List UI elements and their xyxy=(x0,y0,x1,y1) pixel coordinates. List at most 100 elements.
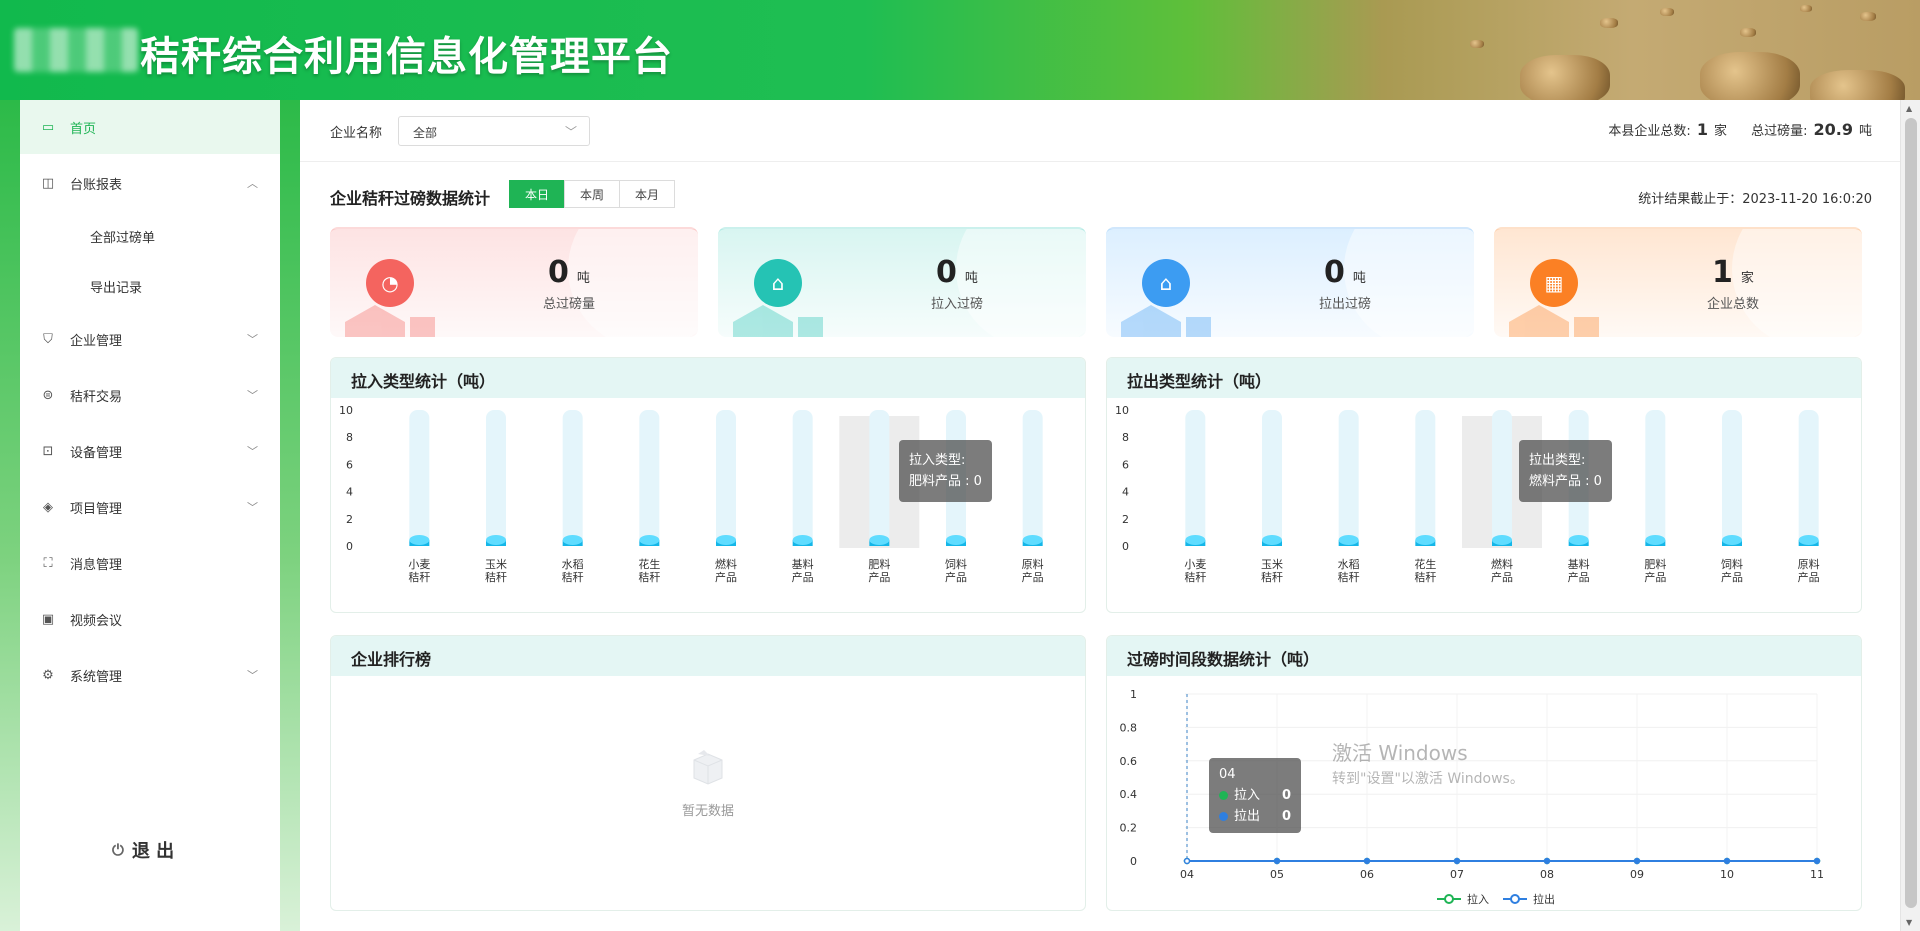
in-type-panel-title: 拉入类型统计（吨） xyxy=(331,358,1085,398)
bar-background xyxy=(1722,410,1742,546)
data-point[interactable] xyxy=(1813,857,1821,865)
company-select[interactable]: 全部 ﹀ xyxy=(398,116,590,146)
x-tick-label: 产品 xyxy=(945,570,967,584)
tooltip-label: 拉入 xyxy=(1234,788,1261,803)
bar-cap xyxy=(409,535,430,545)
sidebar-item-home[interactable]: ▭ 首页 xyxy=(20,100,280,154)
tooltip-value: 0 xyxy=(1281,788,1291,803)
x-tick-label: 产品 xyxy=(1491,570,1513,584)
x-tick-label: 秸秆 xyxy=(638,571,660,584)
chevron-down-icon: ﹀ xyxy=(247,501,258,514)
company-filter-label: 企业名称 xyxy=(330,126,383,141)
stat-number: 1 xyxy=(1712,255,1733,290)
legend-item[interactable]: 拉入 xyxy=(1437,892,1489,906)
bar-cap xyxy=(1185,535,1206,545)
scroll-down-icon[interactable]: ▼ xyxy=(1906,918,1912,927)
stat-card: ◔ 0 吨总过磅量 xyxy=(330,227,698,337)
data-point[interactable] xyxy=(1633,857,1641,865)
y-tick-label: 8 xyxy=(346,431,353,444)
stats-section-title: 企业秸秆过磅数据统计 xyxy=(330,189,491,208)
ranking-panel: 企业排行榜 暂无数据 xyxy=(330,635,1086,911)
bar-cap xyxy=(869,535,890,545)
sidebar-subitem[interactable]: 导出记录 xyxy=(20,262,280,310)
y-tick-label: 6 xyxy=(1122,458,1129,471)
tooltip-header: 04 xyxy=(1219,767,1236,782)
sidebar-item-label: 项目管理 xyxy=(70,501,123,517)
data-point[interactable] xyxy=(1453,857,1461,865)
gear-icon: ⚙ xyxy=(42,667,54,683)
sidebar: ⏻ 退 出 ▭ 首页 ◫ 台账报表 ︿ 全部过磅单 导出记录 ⛉ 企业管理 ﹀ ⊜ 秸秆交易 ﹀ ⊡ 设备管… xyxy=(20,100,280,931)
period-tab[interactable]: 本周 xyxy=(564,180,620,208)
bar-background xyxy=(409,410,430,546)
data-point[interactable] xyxy=(1363,857,1371,865)
logout-button[interactable]: ⏻ 退 出 xyxy=(112,837,174,863)
bar-cap xyxy=(1262,535,1282,545)
legend-item[interactable]: 拉出 xyxy=(1503,892,1555,906)
data-point[interactable] xyxy=(1183,857,1191,865)
bar-cap xyxy=(562,535,583,545)
chevron-down-icon: ﹀ xyxy=(247,669,258,682)
in-type-tooltip: 拉入类型: 肥料产品 : 0 xyxy=(899,440,992,502)
x-tick-label: 基料 xyxy=(1568,557,1590,571)
chevron-up-icon: ︿ xyxy=(247,177,258,190)
stat-value: 0吨 xyxy=(718,255,1086,290)
in-type-bar-chart: 0246810小麦秸秆玉米秸秆水稻秸秆花生秸秆燃料产品基料产品肥料产品饲料产品原… xyxy=(339,404,1044,584)
data-point[interactable] xyxy=(1543,857,1551,865)
scrollbar-thumb[interactable] xyxy=(1905,118,1917,908)
tooltip-label: 拉出 xyxy=(1234,809,1261,824)
stat-number: 0 xyxy=(1324,255,1345,290)
chevron-down-icon: ﹀ xyxy=(247,445,258,458)
x-tick-label: 秸秆 xyxy=(562,571,584,584)
bar-cap xyxy=(639,535,660,545)
chevron-down-icon: ﹀ xyxy=(247,333,258,346)
sidebar-item-label: 首页 xyxy=(70,121,97,137)
sidebar-item-label: 设备管理 xyxy=(70,445,123,461)
sidebar-subitem-label: 导出记录 xyxy=(90,280,143,296)
sidebar-item-project[interactable]: ◈ 项目管理 ﹀ xyxy=(20,480,280,534)
data-point[interactable] xyxy=(1273,857,1281,865)
x-tick-label: 花生 xyxy=(1414,557,1436,571)
bar-cap xyxy=(1568,535,1589,545)
stat-caption: 企业总数 xyxy=(1706,297,1759,312)
vertical-scrollbar[interactable]: ▲ ▼ xyxy=(1900,100,1920,931)
bar-cap xyxy=(1722,535,1742,545)
sidebar-item-company[interactable]: ⛉ 企业管理 ﹀ xyxy=(20,312,280,366)
weigh-total-label: 总过磅量: xyxy=(1751,124,1808,139)
period-tabs: 本日 本周 本月 xyxy=(509,180,675,208)
bar-cap xyxy=(1415,535,1436,545)
x-tick-label: 燃料 xyxy=(1491,557,1513,571)
y-tick-label: 4 xyxy=(1122,486,1129,499)
sidebar-item-trade[interactable]: ⊜ 秸秆交易 ﹀ xyxy=(20,368,280,422)
tooltip-line: 拉入类型: xyxy=(909,453,966,468)
period-tab[interactable]: 本日 xyxy=(509,180,565,208)
sidebar-subitem[interactable]: 全部过磅单 xyxy=(20,212,280,260)
sidebar-item-ledger[interactable]: ◫ 台账报表 ︿ xyxy=(20,156,280,210)
app-title: 秸秆综合利用信息化管理平台 xyxy=(140,34,673,80)
period-tab[interactable]: 本月 xyxy=(619,180,675,208)
sidebar-item-video[interactable]: ▣ 视频会议 xyxy=(20,592,280,646)
bar-background xyxy=(562,410,583,546)
out-type-bar-chart: 0246810小麦秸秆玉米秸秆水稻秸秆花生秸秆燃料产品基料产品肥料产品饲料产品原… xyxy=(1115,404,1820,584)
tooltip-line: 燃料产品 : 0 xyxy=(1529,474,1602,489)
in-type-panel: 拉入类型统计（吨） 0 2 4 6 8 10 小麦 秸秆 玉米 秸秆 水稻 秸秆 花生 秸秆 燃料 产品 基料产… xyxy=(330,357,1086,613)
scroll-up-icon[interactable]: ▲ xyxy=(1906,104,1912,113)
stat-unit: 吨 xyxy=(1352,271,1366,286)
out-type-tooltip: 拉出类型: 燃料产品 : 0 xyxy=(1519,440,1612,502)
x-tick-label: 秸秆 xyxy=(408,571,430,584)
data-point[interactable] xyxy=(1723,857,1731,865)
layers-icon: ◈ xyxy=(43,499,53,515)
sidebar-subitem-label: 全部过磅单 xyxy=(90,230,156,246)
sidebar-item-message[interactable]: ⛶ 消息管理 xyxy=(20,536,280,590)
x-tick-label: 玉米 xyxy=(1261,558,1283,571)
sidebar-item-system[interactable]: ⚙ 系统管理 ﹀ xyxy=(20,648,280,702)
stat-caption: 拉入过磅 xyxy=(930,297,983,312)
x-tick-label: 07 xyxy=(1450,868,1464,881)
legend-marker xyxy=(1444,894,1454,904)
x-tick-label: 产品 xyxy=(1721,570,1743,584)
x-tick-label: 04 xyxy=(1180,868,1194,881)
sidebar-item-device[interactable]: ⊡ 设备管理 ﹀ xyxy=(20,424,280,478)
x-tick-label: 秸秆 xyxy=(1261,571,1283,584)
bar-background xyxy=(1338,410,1359,546)
bar-background xyxy=(639,410,660,546)
shield-icon: ⛉ xyxy=(43,331,53,347)
